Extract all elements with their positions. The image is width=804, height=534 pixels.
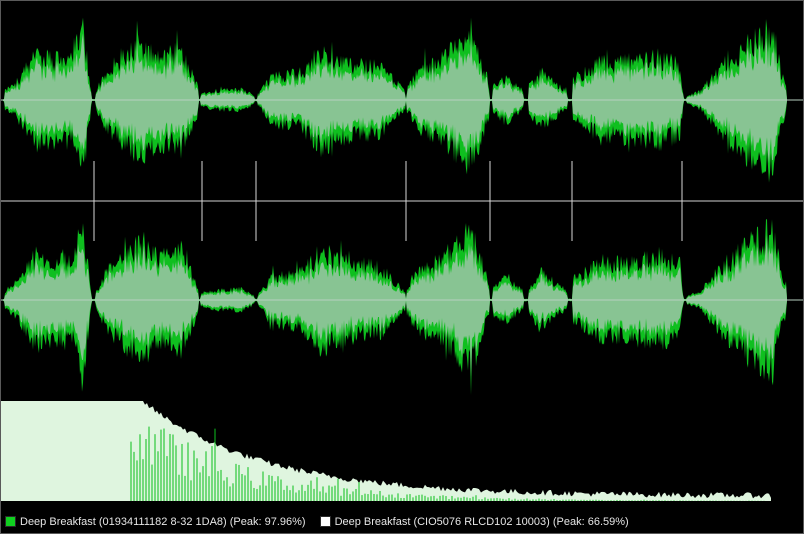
legend-swatch-1 xyxy=(5,516,16,527)
legend-label-2: Deep Breakfast (CIO5076 RLCD102 10003) (… xyxy=(334,515,629,528)
legend-label-1: Deep Breakfast (01934111182 8-32 1DA8) (… xyxy=(20,515,306,528)
channel-bottom-track-b xyxy=(3,234,787,377)
audio-compare-window: Deep Breakfast (01934111182 8-32 1DA8) (… xyxy=(0,0,804,534)
legend-entry-1: Deep Breakfast (01934111182 8-32 1DA8) (… xyxy=(5,516,306,528)
channel-top-track-b xyxy=(3,33,787,164)
legend-entry-2: Deep Breakfast (CIO5076 RLCD102 10003) (… xyxy=(319,515,629,528)
legend-swatch-2 xyxy=(319,516,331,527)
spectrum-track-b xyxy=(1,401,771,501)
legend-bar: Deep Breakfast (01934111182 8-32 1DA8) (… xyxy=(1,508,803,533)
waveform-view xyxy=(1,17,803,501)
